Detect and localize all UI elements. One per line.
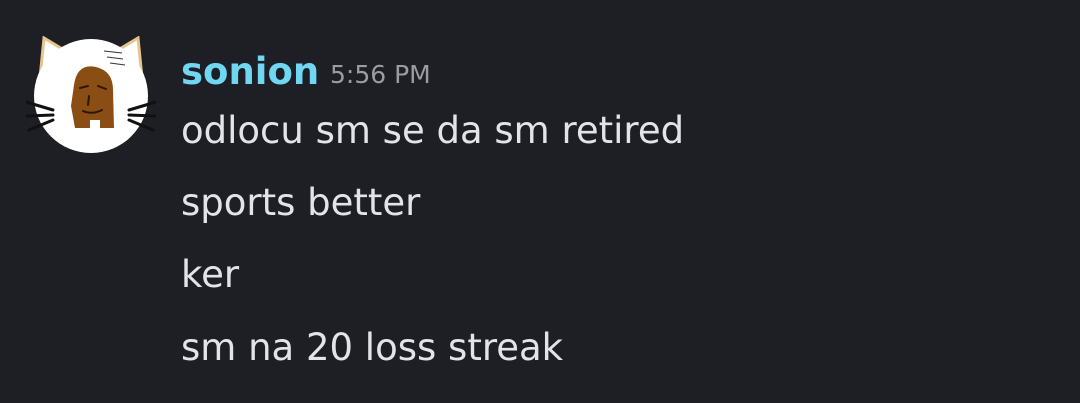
message-line: sports better	[181, 181, 421, 224]
message-line: sm na 20 loss streak	[181, 326, 564, 369]
message-timestamp: 5:56 PM	[330, 60, 431, 89]
message-line: ker	[181, 253, 240, 296]
message-line: odlocu sm se da sm retired	[181, 109, 685, 152]
author-username[interactable]: sonion	[181, 50, 319, 94]
avatar[interactable]	[26, 36, 156, 158]
chat-message-group: sonion 5:56 PM odlocu sm se da sm retire…	[0, 0, 1080, 403]
